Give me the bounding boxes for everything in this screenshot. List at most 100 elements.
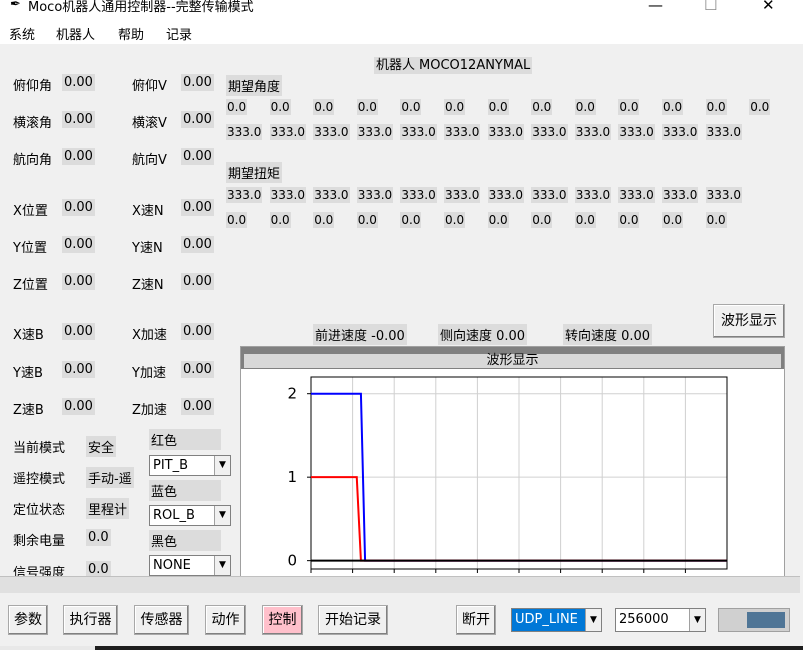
desired-angle-cell: 333.0 [269,124,306,140]
menu-robot[interactable]: 机器人 [56,24,95,43]
wave-display-button[interactable]: 波形显示 [713,304,785,338]
ypos-label: Y位置 [13,241,47,256]
zpos-value: 0.00 [62,273,95,290]
actuator-button[interactable]: 执行器 [63,605,118,635]
blue-select[interactable]: ROL_B ▼ [149,505,231,526]
control-button[interactable]: 控制 [262,605,303,635]
desired-torque-label: 期望扭矩 [226,162,283,183]
toggle-thumb[interactable] [747,612,785,628]
desired-torque-cell: 333.0 [269,187,306,203]
feather-icon: ✒ [10,0,21,12]
y-tick-label: 1 [287,468,297,486]
params-button[interactable]: 参数 [8,605,48,635]
desired-torque-cell: 333.0 [531,187,568,203]
desired-angle-cell: 0.0 [574,99,596,115]
pitchv-label: 俯仰V [132,79,167,94]
desired-angle-cell: 333.0 [574,124,612,140]
desired-torque-cell: 333.0 [226,187,263,203]
battery-label: 剩余电量 [13,534,66,549]
loc-label: 定位状态 [13,503,66,518]
ypos-value: 0.00 [62,236,95,253]
scrollbar[interactable] [0,576,800,593]
yacc-label: Y加速 [132,366,166,381]
desired-angle-cell: 333.0 [705,124,742,140]
waveform-title: 波形显示 [244,354,781,368]
yb-value: 0.00 [62,361,95,378]
desired-angle-cell: 0.0 [749,99,771,115]
red-select-value: PIT_B [153,458,189,473]
disconnect-button[interactable]: 断开 [456,605,496,635]
y-tick-label: 2 [287,385,297,403]
black-select[interactable]: NONE ▼ [149,555,231,576]
desired-torque-cell: 0.0 [444,212,466,228]
desired-angle-cell: 0.0 [356,99,378,115]
robot-header: 机器人 MOCO12ANYMAL [374,54,533,74]
zb-value: 0.00 [62,398,95,415]
desired-angle-cell: 333.0 [618,124,655,140]
desired-angle-cell: 0.0 [313,99,335,115]
desired-torque-cell: 0.0 [662,212,684,228]
baud-select[interactable]: 256000 ▼ [615,608,706,632]
black-select-value: NONE [153,558,191,573]
port-select[interactable]: UDP_LINE ▼ [511,608,602,632]
port-select-value: UDP_LINE [515,612,578,627]
forward-speed: 前进速度 -0.00 [313,324,407,345]
menu-record[interactable]: 记录 [166,24,192,43]
desired-angle-cell: 0.0 [226,99,248,115]
xb-value: 0.00 [62,323,95,340]
menu-system[interactable]: 系统 [9,24,35,43]
pitchv-value: 0.00 [181,74,214,91]
remote-label: 遥控模式 [13,472,66,487]
sensor-button[interactable]: 传感器 [134,605,189,635]
xpos-label: X位置 [13,204,48,219]
start-record-button[interactable]: 开始记录 [318,605,388,635]
desired-torque-cell: 333.0 [356,187,394,203]
desired-torque-cell: 333.0 [400,187,437,203]
desired-torque-cell: 0.0 [531,212,553,228]
xn-value: 0.00 [181,199,214,216]
connection-toggle[interactable] [718,608,790,632]
y-tick-label: 0 [287,552,297,570]
robot-name: MOCO12ANYMAL [417,57,533,74]
desired-torque-cell: 0.0 [400,212,422,228]
red-select[interactable]: PIT_B ▼ [149,455,231,476]
chevron-down-icon[interactable]: ▼ [585,609,601,631]
zn-value: 0.00 [181,273,214,290]
maximize-button[interactable]: ☐ [704,0,717,14]
zpos-label: Z位置 [13,278,48,293]
waveform-header: 波形显示 [241,347,784,369]
desired-angle-cell: 0.0 [662,99,684,115]
xb-label: X速B [13,328,44,343]
blue-label: 蓝色 [149,480,221,501]
xacc-value: 0.00 [181,323,214,340]
minimize-button[interactable]: — [648,0,663,14]
chevron-down-icon[interactable]: ▼ [214,506,230,525]
desired-torque-cell: 333.0 [662,187,699,203]
desired-torque-cell: 0.0 [618,212,640,228]
bottom-edge-left [0,646,95,650]
turn-speed: 转向速度 0.00 [563,324,653,345]
chevron-down-icon[interactable]: ▼ [689,609,705,631]
desired-angle-cell: 333.0 [226,124,263,140]
desired-angle-cell: 0.0 [531,99,553,115]
desired-torque-cell: 0.0 [313,212,335,228]
close-button[interactable]: ✕ [762,0,775,14]
yawv-value: 0.00 [181,148,214,165]
desired-angle-cell: 0.0 [400,99,422,115]
chevron-down-icon[interactable]: ▼ [214,456,230,475]
xn-label: X速N [132,204,164,219]
desired-torque-cell: 333.0 [487,187,524,203]
action-button[interactable]: 动作 [205,605,246,635]
mode-label: 当前模式 [13,441,66,456]
chevron-down-icon[interactable]: ▼ [214,556,230,575]
desired-angle-cell: 333.0 [313,124,350,140]
roll-label: 横滚角 [13,116,53,131]
yn-label: Y速N [132,241,163,256]
window-title: Moco机器人通用控制器--完整传输模式 [28,0,254,15]
desired-torque-cell: 333.0 [574,187,612,203]
zn-label: Z速N [132,278,164,293]
menu-help[interactable]: 帮助 [118,24,144,43]
xpos-value: 0.00 [62,199,95,216]
desired-angle-cell: 0.0 [487,99,509,115]
zacc-value: 0.00 [181,398,214,415]
